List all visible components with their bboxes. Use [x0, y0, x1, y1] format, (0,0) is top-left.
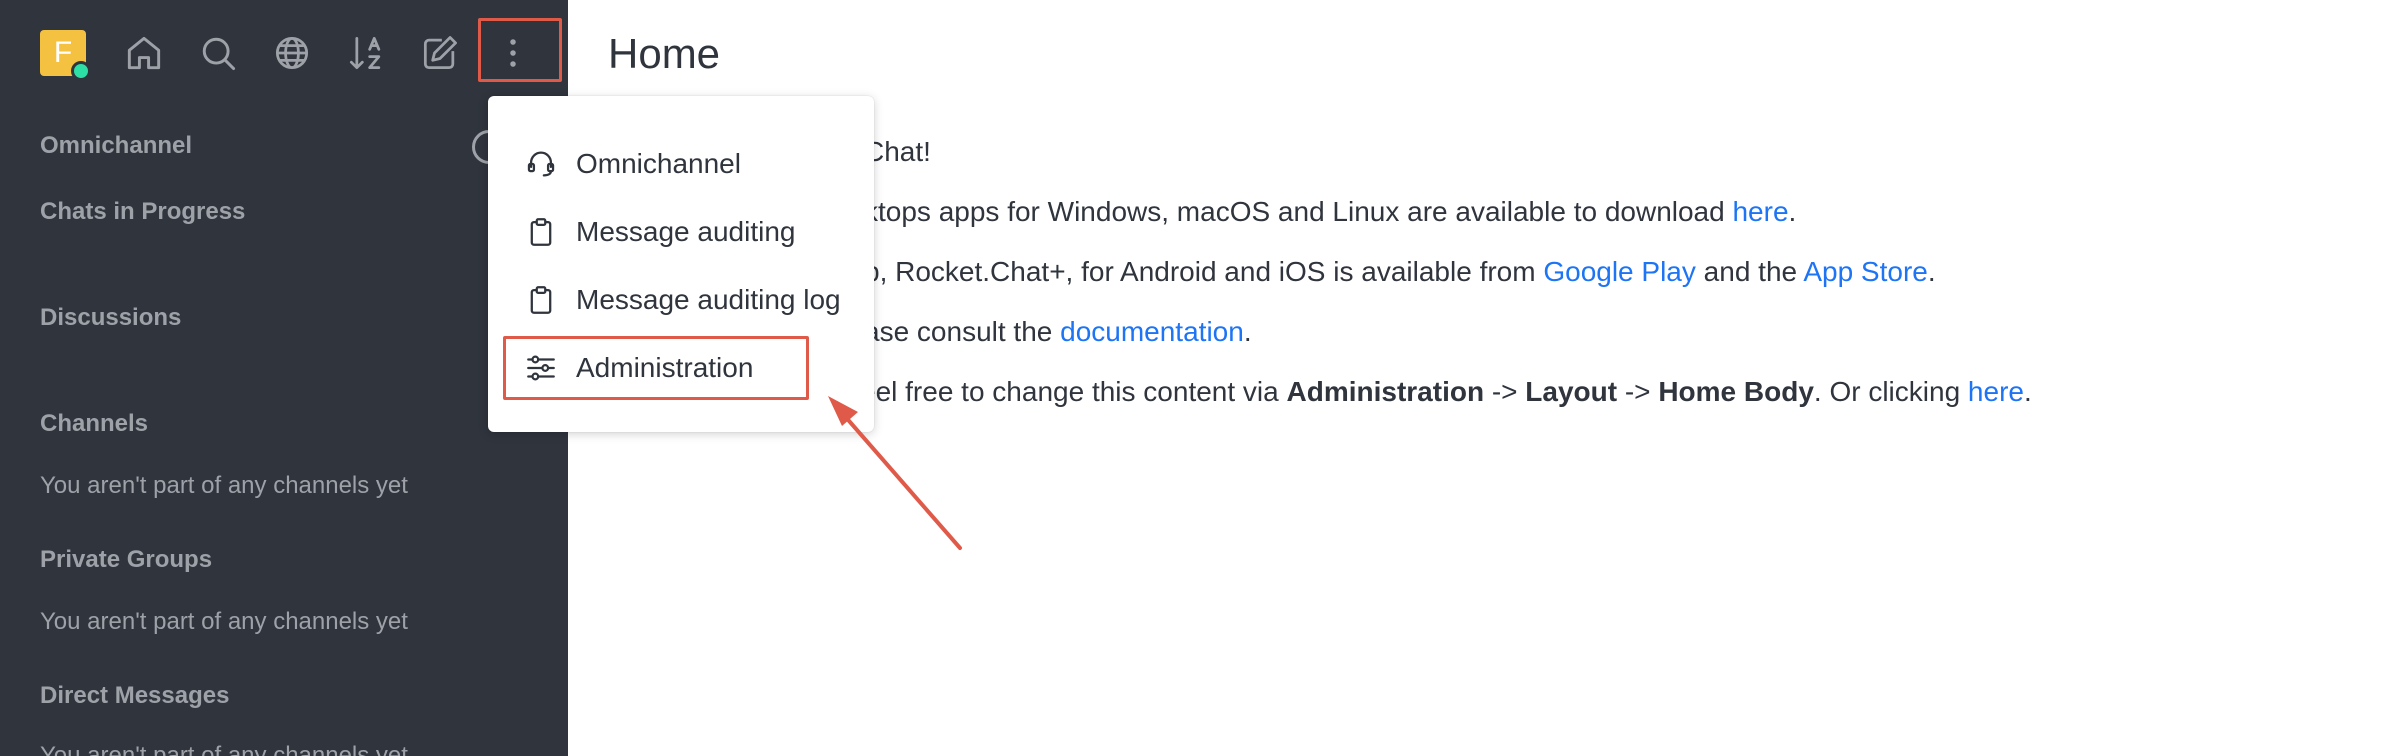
- clipboard-icon: [524, 215, 558, 249]
- globe-icon[interactable]: [270, 31, 314, 75]
- section-discussions[interactable]: Discussions: [40, 304, 181, 332]
- google-play-link[interactable]: Google Play: [1543, 256, 1696, 287]
- annotation-arrow: [828, 396, 962, 550]
- search-icon[interactable]: [196, 31, 240, 75]
- admin-line: eel free to change this content via Admi…: [860, 376, 2032, 407]
- mobile-apps-line: p, Rocket.Chat+, for Android and iOS is …: [864, 256, 1936, 287]
- section-omnichannel[interactable]: Omnichannel: [40, 132, 192, 160]
- options-dropdown-menu: Omnichannel Message auditing Message aud…: [488, 96, 874, 432]
- home-icon[interactable]: [122, 31, 166, 75]
- sort-icon[interactable]: [344, 31, 388, 75]
- documentation-link[interactable]: documentation: [1060, 316, 1244, 347]
- direct-messages-empty-text: You aren't part of any channels yet: [40, 742, 408, 756]
- welcome-line: Chat!: [864, 136, 931, 167]
- channels-empty-text: You aren't part of any channels yet: [40, 472, 408, 499]
- menu-item-message-auditing-log[interactable]: Message auditing log: [524, 280, 841, 320]
- administration-highlight-box: [503, 336, 809, 400]
- documentation-line: ase consult the documentation.: [864, 316, 1252, 347]
- desktop-download-link[interactable]: here: [1732, 196, 1788, 227]
- page-title: Home: [608, 30, 721, 77]
- sidebar: F Omnichannel Chats in Progress Discussi…: [0, 0, 568, 756]
- menu-item-omnichannel[interactable]: Omnichannel: [524, 144, 741, 184]
- private-groups-empty-text: You aren't part of any channels yet: [40, 608, 408, 635]
- online-status-dot: [71, 61, 91, 81]
- edit-icon[interactable]: [418, 31, 462, 75]
- desktop-apps-line: ktops apps for Windows, macOS and Linux …: [864, 196, 1797, 227]
- section-channels[interactable]: Channels: [40, 410, 148, 438]
- kebab-highlight-box: [478, 18, 562, 82]
- home-body-link[interactable]: here: [1968, 376, 2024, 407]
- section-private-groups[interactable]: Private Groups: [40, 546, 212, 574]
- app-store-link[interactable]: App Store: [1803, 256, 1928, 287]
- section-chats-in-progress[interactable]: Chats in Progress: [40, 198, 245, 226]
- headset-icon: [524, 147, 558, 181]
- sidebar-toolbar: F: [0, 0, 568, 108]
- menu-item-message-auditing[interactable]: Message auditing: [524, 212, 795, 252]
- clipboard-icon: [524, 283, 558, 317]
- section-direct-messages[interactable]: Direct Messages: [40, 682, 229, 710]
